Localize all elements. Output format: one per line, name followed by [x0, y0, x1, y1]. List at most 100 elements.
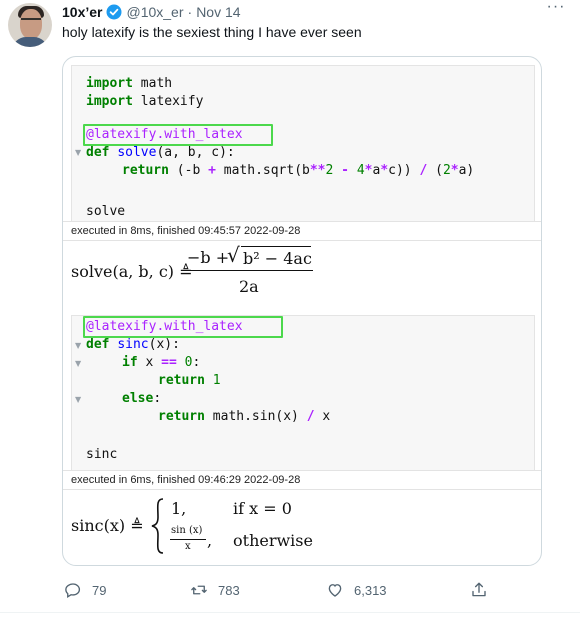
operator: - [333, 163, 349, 178]
tweet-actions: 79 783 6,313 [62, 578, 502, 602]
code-line-output-sinc: sinc [86, 447, 117, 463]
latex-case2-comma: , [207, 531, 213, 550]
code-line-return-sin: return math.sin(x) / x [158, 409, 330, 425]
code-text: (-b [168, 163, 209, 178]
code-line-return-1: return 1 [158, 373, 221, 389]
fraction-bar [185, 270, 313, 271]
keyword: else [122, 391, 154, 406]
more-options-icon[interactable]: ··· [544, 0, 568, 18]
exec-status-sinc: executed in 6ms, finished 09:46:29 2022-… [63, 470, 541, 490]
code-text: x [137, 355, 162, 370]
code-text: x [314, 409, 331, 424]
code-line-else: else: [122, 391, 161, 407]
code-line-def-sinc: def sinc(x): [86, 337, 180, 353]
author-name[interactable]: 10x’er [62, 4, 102, 20]
latex-case2-numerator: sin (x) [171, 525, 203, 536]
operator: ** [309, 163, 326, 178]
latex-radicand: b² − 4ac [243, 249, 312, 268]
avatar-face [20, 9, 42, 39]
code-text: c)) [388, 163, 420, 178]
code-line-import-latexify: import latexify [86, 94, 203, 110]
latex-lhs-sinc: sinc(x) ≜ [71, 516, 144, 535]
code-text: a) [458, 163, 475, 178]
code-text: math.sin(x) [204, 409, 307, 424]
code-text: (a, b, c): [156, 145, 235, 160]
decorator-text: @latexify.with_latex [86, 127, 243, 142]
reply-count: 79 [92, 582, 107, 598]
fraction-bar [170, 539, 206, 540]
operator: * [450, 163, 459, 178]
operator: / [306, 409, 315, 424]
number: 2 [442, 163, 451, 178]
reply-button[interactable]: 79 [64, 578, 106, 602]
fold-arrow-icon: ▼ [75, 395, 82, 404]
code-text: : [153, 391, 162, 406]
keyword: return [158, 409, 205, 424]
code-cell-solve: import math import latexify @latexify.wi… [71, 65, 535, 223]
share-button[interactable] [470, 578, 498, 602]
code-line-return: return (-b + math.sqrt(b**2 - 4*a*c)) / … [122, 163, 474, 179]
function-name: sinc [117, 337, 149, 352]
fold-arrow-icon: ▼ [75, 359, 82, 368]
keyword: return [122, 163, 169, 178]
code-text: (x): [148, 337, 180, 352]
code-line-decorator: @latexify.with_latex [86, 319, 243, 335]
heart-icon [328, 584, 342, 597]
exec-status-solve: executed in 8ms, finished 09:45:57 2022-… [63, 221, 541, 241]
code-text: ( [427, 163, 443, 178]
header-separator: · [187, 4, 193, 20]
code-line-import-math: import math [86, 76, 172, 92]
media-image[interactable]: import math import latexify @latexify.wi… [62, 56, 542, 566]
latex-case1-value: 1, [171, 499, 187, 518]
code-line-output-solve: solve [86, 204, 125, 220]
retweet-count: 783 [218, 582, 240, 598]
code-cell-sinc: @latexify.with_latex ▼ def sinc(x): ▼ if… [71, 315, 535, 471]
code-text: latexify [132, 94, 204, 109]
fold-arrow-icon: ▼ [75, 341, 82, 350]
like-count: 6,313 [354, 582, 387, 598]
number: 1 [204, 373, 221, 388]
tweet-date[interactable]: Nov 14 [196, 4, 240, 20]
code-text: : [192, 355, 201, 370]
keyword: return [158, 373, 205, 388]
latex-case2-condition: otherwise [233, 531, 313, 550]
verified-badge-icon [106, 4, 122, 20]
operator: * [380, 163, 389, 178]
code-text: math.sqrt(b [215, 163, 310, 178]
reply-icon [65, 583, 81, 598]
sqrt-overline [241, 246, 311, 247]
operator: == [161, 355, 177, 370]
latex-denominator: 2a [239, 277, 259, 296]
latex-numerator-neg-b: −b + [187, 248, 230, 267]
tweet-divider [0, 612, 580, 613]
code-line-if: if x == 0: [122, 355, 200, 371]
keyword: def [86, 337, 110, 352]
tweet: 10x’er @10x_er · Nov 14 ··· holy latexif… [0, 0, 580, 618]
avatar[interactable] [8, 3, 52, 47]
avatar-shirt [12, 37, 48, 47]
latex-sqrt-symbol: √ [227, 243, 240, 267]
function-name: solve [117, 145, 157, 160]
latex-lhs-solve: solve(a, b, c) ≜ [71, 262, 193, 281]
keyword: import [86, 94, 133, 109]
tweet-header: 10x’er @10x_er · Nov 14 [62, 4, 241, 20]
avatar-glasses [21, 18, 41, 23]
latex-case2-denominator: x [185, 541, 191, 552]
code-text: sinc [86, 447, 118, 462]
code-text: math [132, 76, 173, 91]
like-button[interactable]: 6,313 [326, 578, 387, 602]
left-brace-icon [151, 498, 164, 554]
number: 4 [349, 163, 365, 178]
keyword: def [86, 145, 110, 160]
operator: + [208, 163, 216, 178]
latex-case1-condition: if x = 0 [233, 499, 292, 518]
retweet-button[interactable]: 783 [190, 578, 240, 602]
keyword: if [122, 355, 138, 370]
code-line-def-solve: def solve(a, b, c): [86, 145, 235, 161]
code-line-decorator: @latexify.with_latex [86, 127, 243, 143]
author-handle[interactable]: @10x_er [126, 4, 183, 20]
number: 0 [176, 355, 193, 370]
share-icon [472, 582, 486, 597]
fold-arrow-icon: ▼ [75, 148, 82, 157]
code-text: solve [86, 204, 126, 219]
